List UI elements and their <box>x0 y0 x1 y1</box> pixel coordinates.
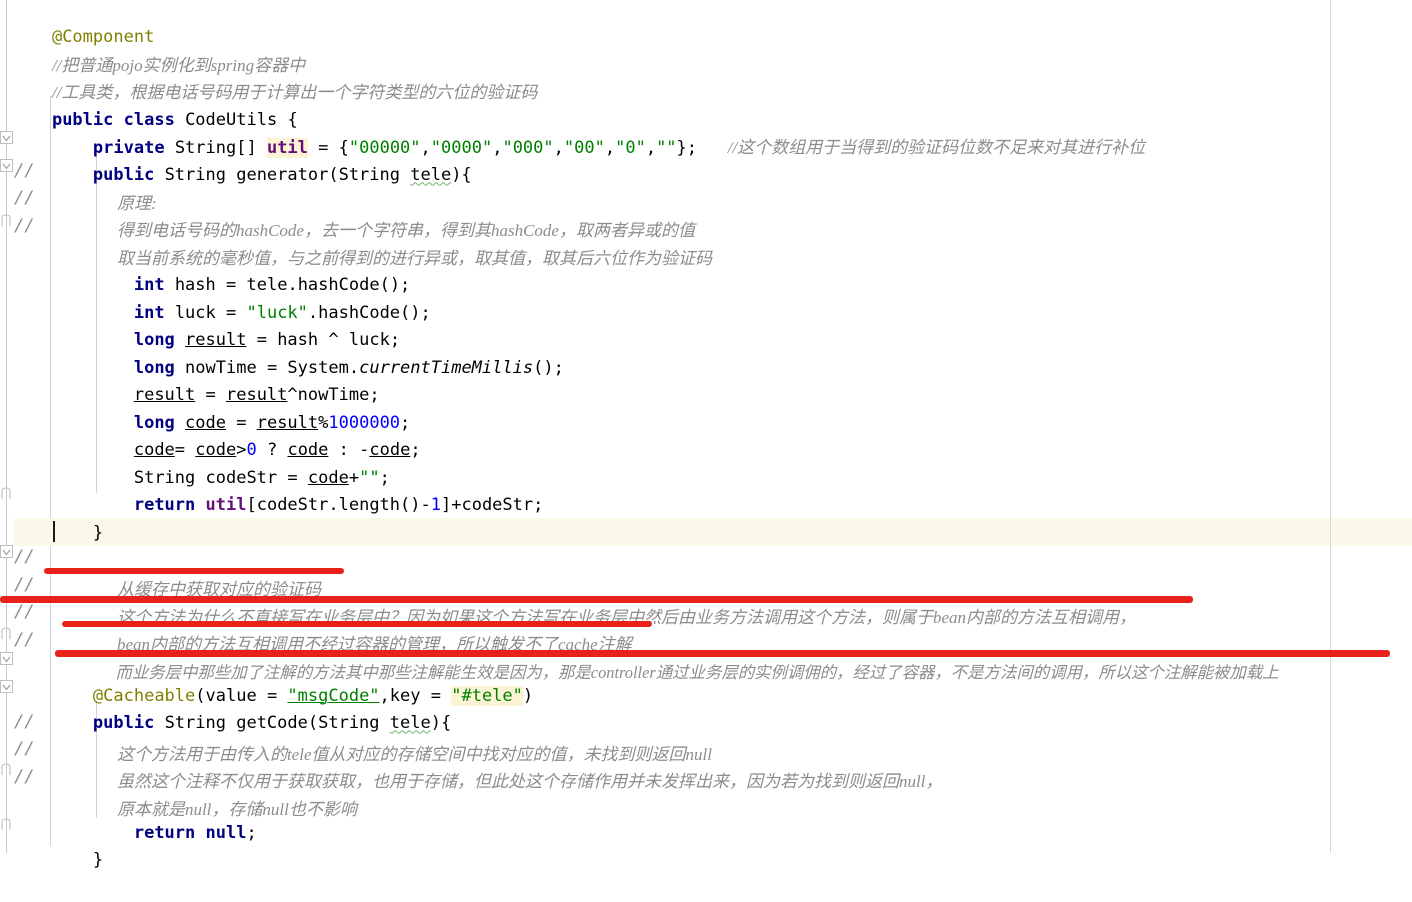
token-var-codestr: codeStr <box>256 494 329 515</box>
comment-gutter-slashes: // <box>14 712 35 732</box>
comment-gutter-slashes: // <box>14 547 35 567</box>
code-line-method-generator[interactable]: public String generator(String tele){ <box>11 134 472 185</box>
token-string-hash-tele: "#tele" <box>451 685 523 706</box>
token-keyword-null: null <box>205 822 247 843</box>
fold-marker-collapse-start[interactable] <box>0 652 13 665</box>
comment-gutter-slashes: // <box>14 767 35 787</box>
code-line-int-luck[interactable]: int luck = "luck".hashCode(); <box>11 272 431 323</box>
code-line-long-nowtime[interactable]: long nowTime = System.currentTimeMillis(… <box>11 327 564 378</box>
fold-marker-collapse-start[interactable] <box>0 131 13 144</box>
red-underline-mark-1 <box>44 568 344 574</box>
fold-rail <box>6 0 7 853</box>
token-param-tele: tele <box>410 164 452 185</box>
red-underline-mark-4 <box>55 650 1390 657</box>
token-comment-array-pad: //这个数组用于当得到的验证码位数不足来对其进行补位 <box>727 137 1146 157</box>
code-line-method-close[interactable]: } <box>11 492 103 543</box>
comment-gutter-slashes: // <box>14 602 35 622</box>
fold-marker-fold-end[interactable] <box>0 487 13 500</box>
comment-gutter-slashes: // <box>14 630 35 650</box>
code-line-result-xor[interactable]: result = result^nowTime; <box>11 354 380 405</box>
token-method-currenttimemillis: currentTimeMillis <box>359 357 534 378</box>
token-keyword-return: return <box>133 822 196 843</box>
code-line-field-util[interactable]: private String[] util = {"00000","0000",… <box>11 106 1145 158</box>
code-line-long-result[interactable]: long result = hash ^ luck; <box>11 299 400 350</box>
code-folding-gutter[interactable] <box>0 0 14 853</box>
code-line-comment[interactable]: 这个方法用于由传入的tele值从对应的存储空间中找对应的值，未找到则返回null <box>76 713 712 764</box>
token-brace-close: } <box>92 522 104 543</box>
token-var-codestr: codeStr <box>461 494 534 515</box>
right-margin-guide <box>1330 0 1331 853</box>
code-line-comment[interactable]: //工具类，根据电话号码用于计算出一个字符类型的六位的验证码 <box>11 51 537 102</box>
fold-marker-collapse-start[interactable] <box>0 680 13 693</box>
code-line-method-close[interactable]: } <box>11 819 103 870</box>
code-line-method-getcode[interactable]: public String getCode(String tele){ <box>11 682 451 733</box>
code-line-comment[interactable]: 虽然这个注释不仅用于获取获取，也用于存储，但此处这个存储作用并未发挥出来，因为若… <box>76 740 942 791</box>
token-field-util: util <box>205 494 247 515</box>
code-line-class-decl[interactable]: public class CodeUtils { <box>11 79 298 130</box>
fold-marker-collapse-start[interactable] <box>0 159 13 172</box>
code-line-return-util[interactable]: return util[codeStr.length()-1]+codeStr; <box>11 464 544 515</box>
code-line-cacheable-annotation[interactable]: @Cacheable(value = "msgCode",key = "#tel… <box>11 655 533 706</box>
red-underline-mark-2 <box>0 596 1193 603</box>
token-method-generator: generator <box>236 164 329 185</box>
code-line-comment[interactable]: 得到电话号码的hashCode，去一个字符串，得到其hashCode，取两者异或… <box>76 189 695 240</box>
code-line-annotation[interactable]: @Component <box>11 0 154 47</box>
fold-marker-collapse-start[interactable] <box>0 545 13 558</box>
fold-marker-fold-end[interactable] <box>0 763 13 776</box>
code-line-comment[interactable]: //把普通pojo实例化到spring容器中 <box>11 24 305 75</box>
caret-line-highlight <box>0 518 1412 546</box>
code-line-long-code[interactable]: long code = result%1000000; <box>11 382 410 433</box>
comment-gutter-slashes: // <box>14 739 35 759</box>
comment-gutter-slashes: // <box>14 161 35 181</box>
token-keyword-return: return <box>133 494 196 515</box>
red-underline-mark-3 <box>62 621 652 627</box>
code-line-comment[interactable]: 原理: <box>76 162 157 213</box>
code-line-code-ternary[interactable]: code= code>0 ? code : -code; <box>11 409 421 460</box>
code-line-comment[interactable]: 取当前系统的毫秒值，与之前得到的进行异或，取其值，取其后六位作为验证码 <box>76 217 712 268</box>
comment-gutter-slashes: // <box>14 188 35 208</box>
comment-gutter-slashes: // <box>14 216 35 236</box>
code-line-string-codestr[interactable]: String codeStr = code+""; <box>11 437 390 488</box>
fold-marker-fold-end[interactable] <box>0 214 13 227</box>
token-number-1: 1 <box>430 494 441 515</box>
fold-marker-fold-end[interactable] <box>0 818 13 831</box>
code-editor[interactable]: @Component //把普通pojo实例化到spring容器中 //工具类，… <box>0 0 1412 870</box>
text-caret <box>53 521 55 542</box>
code-line-int-hash[interactable]: int hash = tele.hashCode(); <box>11 244 410 295</box>
fold-marker-fold-end[interactable] <box>0 627 13 640</box>
code-line-return-null[interactable]: return null; <box>11 792 257 843</box>
